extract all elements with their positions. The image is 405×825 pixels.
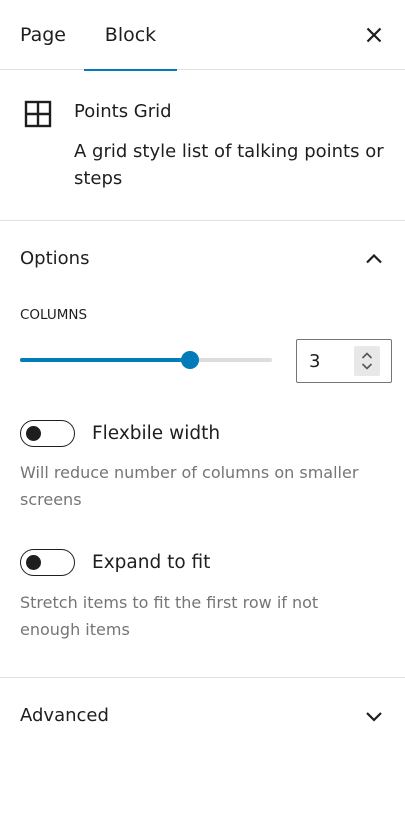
- tab-page[interactable]: Page: [20, 0, 66, 70]
- close-icon: [366, 27, 382, 43]
- advanced-panel-title: Advanced: [20, 705, 109, 726]
- tab-block[interactable]: Block: [84, 0, 177, 71]
- toggle-knob: [26, 555, 41, 570]
- block-description: A grid style list of talking points or s…: [74, 141, 384, 189]
- columns-slider[interactable]: [20, 347, 272, 373]
- advanced-panel-toggle[interactable]: Advanced: [0, 678, 405, 754]
- slider-fill: [20, 358, 190, 362]
- expand-to-fit-label[interactable]: Expand to fit: [92, 549, 210, 576]
- toggle-knob: [26, 426, 41, 441]
- expand-to-fit-row: Expand to fit: [20, 549, 380, 577]
- columns-number-input[interactable]: 3: [296, 339, 392, 383]
- block-title: Points Grid: [74, 101, 172, 122]
- slider-thumb[interactable]: [181, 351, 199, 369]
- flexible-width-label[interactable]: Flexbile width: [92, 420, 220, 447]
- close-button[interactable]: [358, 19, 390, 51]
- options-panel-toggle[interactable]: Options: [0, 221, 405, 297]
- chevron-down-icon: [366, 712, 382, 722]
- sidebar-tabs: Page Block: [0, 0, 405, 71]
- spinner-arrows-icon: [361, 352, 373, 370]
- flexible-width-toggle[interactable]: [20, 420, 75, 447]
- options-panel-title: Options: [20, 248, 90, 269]
- flexible-width-row: Flexbile width: [20, 420, 380, 448]
- flexible-width-help: Will reduce number of columns on smaller…: [20, 463, 359, 509]
- expand-to-fit-toggle[interactable]: [20, 549, 75, 576]
- number-spinner[interactable]: [354, 346, 380, 376]
- chevron-up-icon: [366, 253, 382, 264]
- block-card: Points Grid A grid style list of talking…: [0, 70, 405, 221]
- columns-value: 3: [309, 351, 321, 372]
- grid-icon: [24, 100, 52, 128]
- expand-to-fit-help: Stretch items to fit the first row if no…: [20, 593, 319, 639]
- columns-label: Columns: [20, 307, 88, 323]
